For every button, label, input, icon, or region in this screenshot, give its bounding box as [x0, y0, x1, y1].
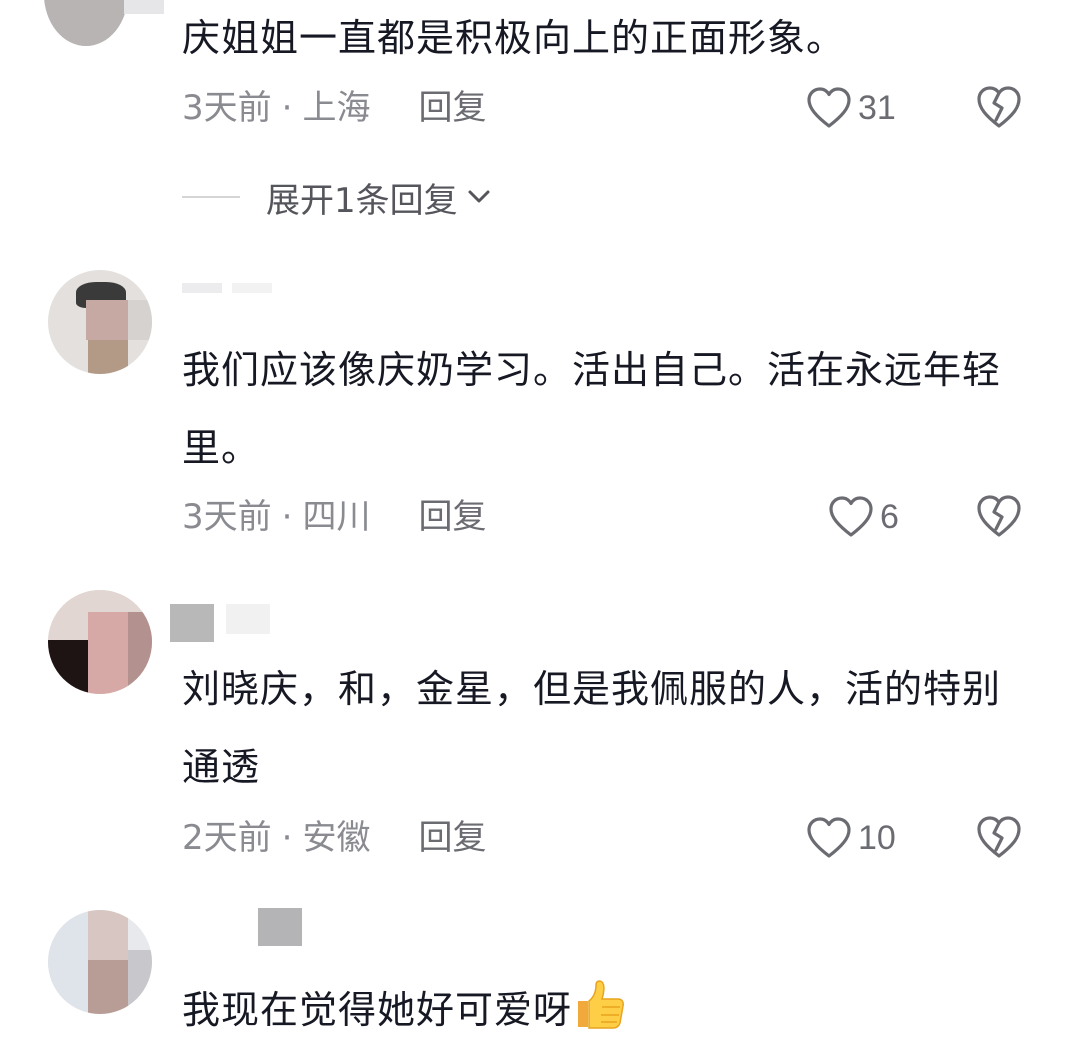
comment-text: 庆姐姐一直都是积极向上的正面形象。: [182, 16, 846, 60]
comment-time: 2天前: [182, 818, 272, 858]
username-blurred: [170, 604, 330, 642]
broken-heart-icon: [977, 86, 1021, 128]
comment-meta: 3天前 · 四川 回复: [182, 497, 486, 537]
like-button[interactable]: 31: [806, 84, 896, 132]
comment-meta: 2天前 · 安徽 回复: [182, 818, 486, 858]
avatar[interactable]: [44, 0, 128, 46]
comment-item: 庆姐姐一直都是积极向上的正面形象。 3天前 · 上海 回复 31 展开1条回复: [0, 0, 1080, 240]
dislike-button[interactable]: [975, 814, 1023, 862]
dislike-button[interactable]: [975, 493, 1023, 541]
username-blurred: [124, 0, 164, 30]
comment-time: 3天前: [182, 497, 272, 537]
reply-button[interactable]: 回复: [418, 818, 486, 858]
thumbs-up-emoji: [578, 980, 625, 1029]
heart-outline-icon: [807, 87, 851, 128]
comment-item: 我们应该像庆奶学习。活出自己。活在永远年轻里。 3天前 · 四川 回复 6: [0, 265, 1080, 565]
comment-location: 安徽: [302, 818, 371, 858]
meta-separator: ·: [281, 818, 293, 858]
like-count: 6: [880, 497, 899, 536]
meta-separator: ·: [281, 497, 293, 537]
avatar[interactable]: [48, 590, 152, 694]
like-count: 31: [858, 88, 896, 127]
chevron-down-icon: [468, 190, 490, 203]
comment-location: 四川: [302, 497, 371, 537]
heart-outline-icon: [807, 817, 851, 858]
comment-meta: 3天前 · 上海 回复: [182, 88, 486, 128]
broken-heart-icon: [977, 495, 1021, 537]
expand-replies-button[interactable]: 展开1条回复: [182, 175, 494, 221]
avatar[interactable]: [48, 910, 152, 1014]
username-blurred: [182, 283, 302, 313]
heart-outline-icon: [829, 496, 873, 537]
comment-item: 我现在觉得她好可爱呀: [0, 900, 1080, 1042]
like-button[interactable]: 6: [828, 493, 899, 541]
comment-location: 上海: [302, 88, 371, 128]
username-blurred: [258, 908, 308, 946]
comment-text: 刘晓庆，和，金星，但是我佩服的人，活的特别通透: [182, 667, 1002, 789]
expand-replies-label: 展开1条回复: [266, 180, 458, 221]
avatar[interactable]: [48, 270, 152, 374]
reply-button[interactable]: 回复: [418, 497, 486, 537]
comment-text-content: 我现在觉得她好可爱呀: [182, 988, 573, 1032]
reply-button[interactable]: 回复: [418, 88, 486, 128]
like-count: 10: [858, 818, 896, 857]
like-button[interactable]: 10: [806, 814, 896, 862]
comment-item: 刘晓庆，和，金星，但是我佩服的人，活的特别通透 2天前 · 安徽 回复 10: [0, 590, 1080, 870]
comment-text: 我们应该像庆奶学习。活出自己。活在永远年轻里。: [182, 348, 1002, 470]
dislike-button[interactable]: [975, 84, 1023, 132]
broken-heart-icon: [977, 816, 1021, 858]
divider-line: [182, 196, 240, 198]
meta-separator: ·: [281, 88, 293, 128]
comment-text: 我现在觉得她好可爱呀: [182, 970, 1002, 1050]
comment-time: 3天前: [182, 88, 272, 128]
